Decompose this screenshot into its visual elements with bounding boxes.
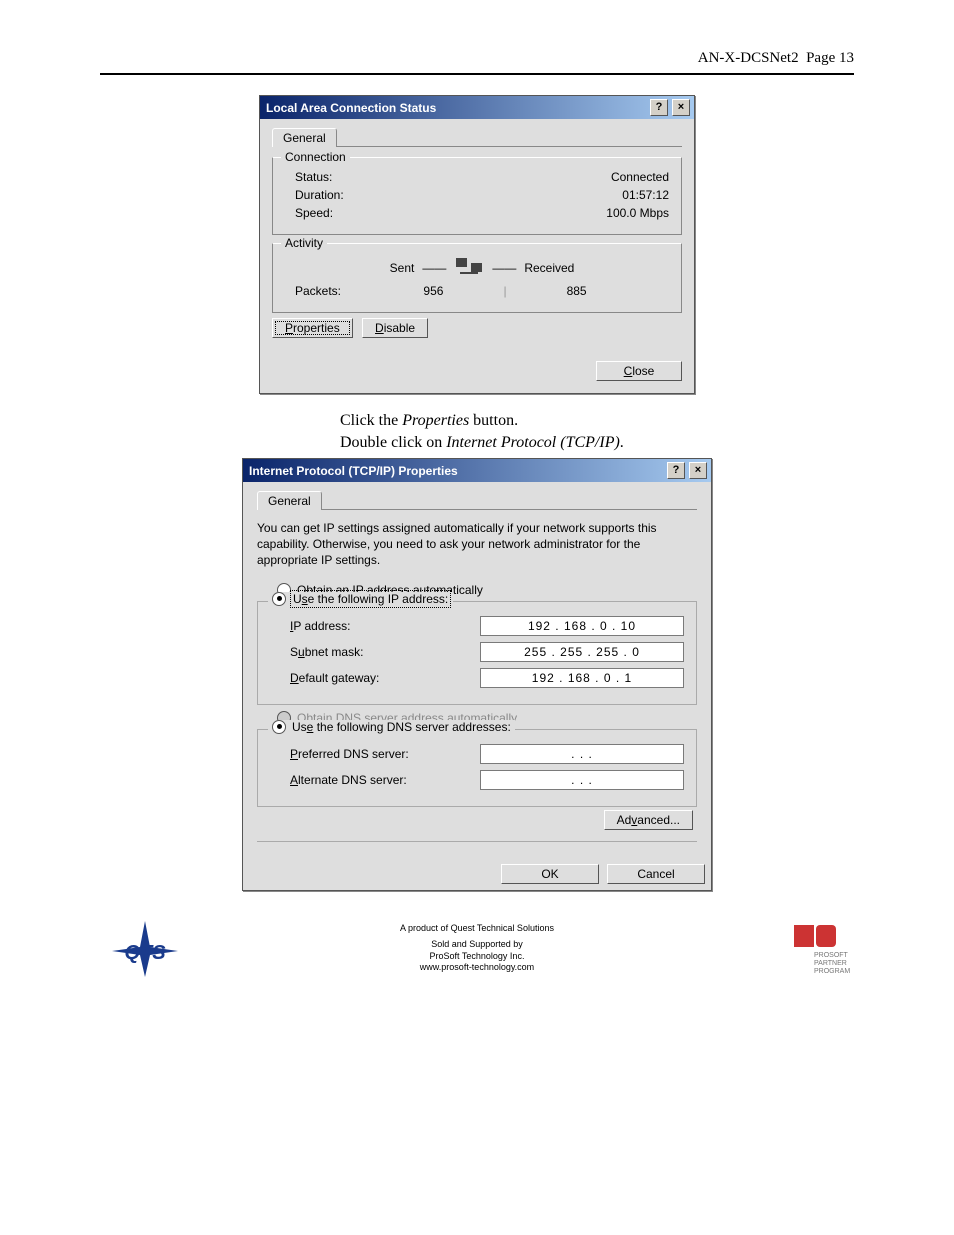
activity-fieldset: Activity Sent —— —— Received P xyxy=(272,243,682,313)
received-label: Received xyxy=(524,261,574,275)
status-label: Status: xyxy=(285,170,332,184)
svg-text:QTS: QTS xyxy=(124,942,166,964)
packets-label: Packets: xyxy=(295,284,341,298)
status-value: Connected xyxy=(611,170,669,184)
preferred-dns-input[interactable]: . . . xyxy=(480,744,684,764)
close-icon[interactable]: × xyxy=(689,462,707,479)
use-dns-radio[interactable]: Use the following DNS server addresses:U… xyxy=(268,720,515,734)
use-ip-radio[interactable]: Use the following IP address:Use the fol… xyxy=(268,592,453,606)
titlebar[interactable]: Local Area Connection Status ? × xyxy=(260,96,694,119)
tab-general[interactable]: General xyxy=(272,128,337,147)
properties-button[interactable]: PPropertiesroperties xyxy=(272,318,353,338)
speed-value: 100.0 Mbps xyxy=(606,206,669,220)
alternate-dns-label: Alternate DNS server:Alternate DNS serve… xyxy=(290,773,407,787)
dialog2-title: Internet Protocol (TCP/IP) Properties xyxy=(249,464,663,478)
subnet-mask-input[interactable]: 255 . 255 . 255 . 0 xyxy=(480,642,684,662)
footer-line2: Sold and Supported by xyxy=(190,939,764,951)
page-footer: QTS A product of Quest Technical Solutio… xyxy=(100,919,854,979)
titlebar-2[interactable]: Internet Protocol (TCP/IP) Properties ? … xyxy=(243,459,711,482)
tab-strip: General xyxy=(272,127,682,147)
preferred-dns-label: Preferred DNS server:Preferred DNS serve… xyxy=(290,747,409,761)
close-icon[interactable]: × xyxy=(672,99,690,116)
page-number: 13 xyxy=(839,50,854,66)
dialog-title: Local Area Connection Status xyxy=(266,101,646,115)
ok-button[interactable]: OK xyxy=(501,864,599,884)
header-rule xyxy=(100,73,854,75)
footer-line1: A product of Quest Technical Solutions xyxy=(190,923,764,935)
close-button[interactable]: CloseClose xyxy=(596,361,682,381)
cancel-button[interactable]: Cancel xyxy=(607,864,705,884)
activity-legend: Activity xyxy=(281,236,327,250)
connection-status-dialog: Local Area Connection Status ? × General… xyxy=(259,95,695,394)
doc-id: AN-X-DCSNet2 xyxy=(698,50,799,66)
sent-label: Sent xyxy=(390,261,415,275)
advanced-button[interactable]: Advanced...Advanced... xyxy=(604,810,693,830)
use-dns-fieldset: Use the following DNS server addresses:U… xyxy=(257,729,697,807)
page-label: Page xyxy=(806,50,835,66)
connection-legend: Connection xyxy=(281,150,350,164)
duration-label: Duration: xyxy=(285,188,344,202)
help-icon[interactable]: ? xyxy=(667,462,685,479)
duration-value: 01:57:12 xyxy=(622,188,669,202)
tab-general-2[interactable]: General xyxy=(257,491,322,510)
disable-button[interactable]: DisableDisable xyxy=(362,318,428,338)
packets-received-value: 885 xyxy=(567,284,587,298)
footer-line4: www.prosoft-technology.com xyxy=(190,962,764,974)
prosoft-partner-logo: PROSOFT PARTNER PROGRAM xyxy=(764,919,854,979)
tcpip-properties-dialog: Internet Protocol (TCP/IP) Properties ? … xyxy=(242,458,712,891)
info-text: You can get IP settings assigned automat… xyxy=(257,520,697,569)
ip-address-label: IP address:IP address: xyxy=(290,619,351,633)
default-gateway-label: Default gateway:Default gateway: xyxy=(290,671,379,685)
svg-text:PROSOFT: PROSOFT xyxy=(814,952,849,959)
connection-fieldset: Connection Status:Connected Duration:01:… xyxy=(272,157,682,235)
subnet-mask-label: Subnet mask:Subnet mask: xyxy=(290,645,363,659)
instruction-2: Double click on Internet Protocol (TCP/I… xyxy=(340,434,854,452)
page-header: AN-X-DCSNet2 Page 13 xyxy=(100,50,854,67)
default-gateway-input[interactable]: 192 . 168 . 0 . 1 xyxy=(480,668,684,688)
network-monitor-icon xyxy=(454,256,484,280)
svg-text:PROGRAM: PROGRAM xyxy=(814,968,850,975)
footer-line3: ProSoft Technology Inc. xyxy=(190,951,764,963)
speed-label: Speed: xyxy=(285,206,333,220)
ip-address-input[interactable]: 192 . 168 . 0 . 10 xyxy=(480,616,684,636)
qts-logo: QTS xyxy=(100,919,190,979)
alternate-dns-input[interactable]: . . . xyxy=(480,770,684,790)
packets-sent-value: 956 xyxy=(423,284,443,298)
svg-text:PARTNER: PARTNER xyxy=(814,960,847,967)
help-icon[interactable]: ? xyxy=(650,99,668,116)
use-ip-fieldset: Use the following IP address:Use the fol… xyxy=(257,601,697,705)
instruction-1: Click the Properties button. xyxy=(340,412,854,430)
